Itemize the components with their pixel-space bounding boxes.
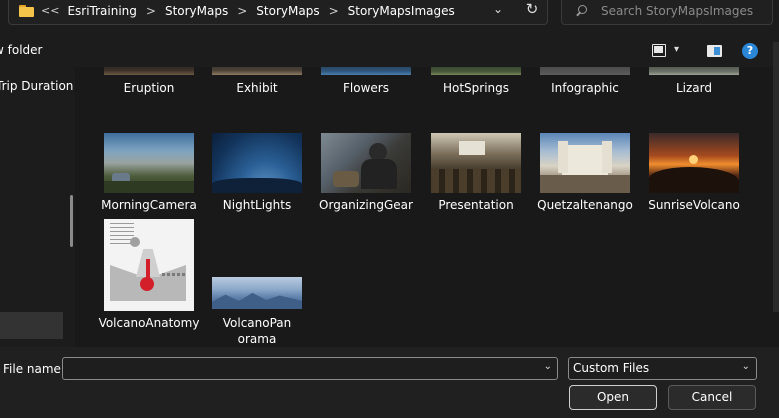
search-icon — [575, 4, 587, 17]
thumbnail-image — [104, 133, 194, 193]
file-name: Infographic — [551, 81, 619, 95]
navigation-pane: Trip Duration — [0, 67, 75, 347]
help-icon[interactable]: ? — [742, 43, 758, 59]
file-name: Eruption — [123, 81, 175, 95]
file-name: SunriseVolcano — [648, 198, 740, 212]
file-name: Flowers — [343, 81, 389, 95]
file-name-label: File name: — [3, 362, 65, 376]
breadcrumb-overflow-button[interactable]: << — [41, 4, 59, 17]
view-mode-icon[interactable] — [652, 44, 666, 57]
thumbnail-image — [649, 133, 739, 193]
thumbnail-image — [431, 67, 521, 75]
breadcrumb-storymapsimages[interactable]: StoryMapsImages — [348, 4, 455, 18]
thumbnail-image — [540, 133, 630, 193]
chevron-down-icon[interactable]: ⌄ — [544, 361, 552, 372]
nav-scrollbar-thumb[interactable] — [70, 195, 73, 247]
chevron-right-icon[interactable]: > — [237, 4, 247, 18]
nav-item-selected[interactable] — [0, 312, 63, 339]
file-name: OrganizingGear — [319, 198, 413, 212]
breadcrumb-esritraining[interactable]: EsriTraining — [67, 4, 136, 18]
file-type-select[interactable]: Custom Files ⌄ — [568, 357, 757, 380]
search-input[interactable] — [601, 3, 771, 18]
file-name-input[interactable] — [63, 358, 533, 379]
file-name: Quetzaltenango — [537, 198, 633, 212]
cancel-button[interactable]: Cancel — [668, 385, 756, 410]
thumbnail-image — [104, 67, 194, 75]
chevron-down-icon[interactable]: ⌄ — [742, 361, 750, 372]
new-folder-button[interactable]: w folder — [0, 43, 42, 57]
refresh-icon[interactable]: ↻ — [521, 0, 543, 21]
file-name: VolcanoPanorama — [197, 315, 317, 347]
address-bar-row: << EsriTraining > StoryMaps > StoryMaps … — [0, 0, 779, 36]
thumbnail-image — [649, 67, 739, 75]
search-box[interactable] — [561, 0, 773, 25]
command-bar: w folder ▾ ? — [0, 36, 779, 67]
thumbnail-image — [431, 133, 521, 193]
chevron-right-icon[interactable]: > — [329, 4, 339, 18]
breadcrumb-storymaps-2[interactable]: StoryMaps — [256, 4, 319, 18]
file-name: HotSprings — [442, 81, 510, 95]
file-list: Eruption Exhibit Flowers HotSprings Info… — [75, 67, 775, 347]
file-name-line: VolcanoPanorama — [222, 316, 292, 346]
thumbnail-image — [321, 67, 411, 75]
file-name-combobox[interactable]: ⌄ — [62, 357, 558, 380]
file-name: Lizard — [675, 81, 712, 95]
preview-pane-icon[interactable] — [707, 45, 722, 57]
chevron-right-icon[interactable]: > — [146, 4, 156, 18]
thumbnail-image — [104, 219, 194, 311]
dialog-footer: File name: ⌄ Custom Files ⌄ Open Cancel — [0, 347, 779, 418]
thumbnail-image — [212, 67, 302, 75]
file-name: VolcanoAnatomy — [98, 316, 200, 330]
open-button[interactable]: Open — [569, 385, 657, 410]
file-type-value: Custom Files — [573, 361, 650, 375]
chevron-down-icon[interactable]: ⌄ — [487, 0, 509, 21]
nav-item-trip-duration[interactable]: Trip Duration — [0, 79, 73, 93]
thumbnail-image — [212, 133, 302, 193]
folder-icon — [19, 5, 34, 17]
thumbnail-image — [540, 67, 630, 75]
file-name: NightLights — [222, 198, 292, 212]
thumbnail-image — [212, 277, 302, 309]
file-name: MorningCamera — [101, 198, 197, 212]
address-bar[interactable]: << EsriTraining > StoryMaps > StoryMaps … — [8, 0, 548, 25]
breadcrumb-storymaps[interactable]: StoryMaps — [165, 4, 228, 18]
thumbnail-image — [321, 133, 411, 193]
file-name: Presentation — [438, 198, 514, 212]
chevron-down-icon[interactable]: ▾ — [674, 44, 679, 55]
file-name: Exhibit — [236, 81, 278, 95]
